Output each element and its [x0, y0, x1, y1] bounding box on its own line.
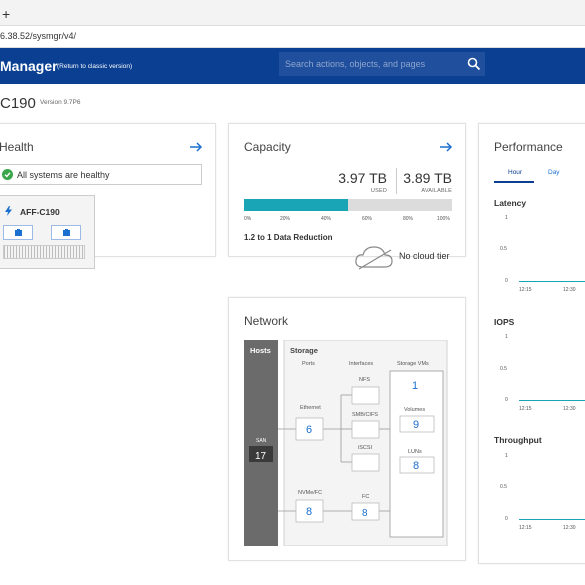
capacity-tick: 0% [244, 216, 252, 222]
search-icon[interactable] [467, 57, 481, 71]
port-icon [63, 229, 70, 236]
latency-title: Latency [494, 198, 527, 208]
drive-bays [3, 245, 85, 259]
node-port-a[interactable] [3, 225, 33, 240]
check-circle-icon [2, 169, 13, 180]
fc-label: FC [362, 494, 369, 500]
interfaces-header: Interfaces [349, 361, 373, 367]
luns-label: LUNs [408, 449, 422, 455]
capacity-title: Capacity [244, 140, 291, 154]
y-tick: 0 [505, 397, 508, 403]
y-tick: 1 [505, 215, 508, 221]
x-tick: 12:15 [519, 287, 532, 293]
app-title: Manager [0, 58, 58, 74]
storage-label: Storage [290, 346, 318, 355]
global-search[interactable] [279, 52, 485, 76]
y-tick: 0.5 [500, 366, 507, 372]
x-tick: 12:30 [563, 406, 576, 412]
latency-series-line [519, 281, 585, 282]
active-tab-indicator [494, 181, 534, 183]
nvme-fc-count[interactable]: 8 [306, 506, 312, 518]
capacity-used-label: USED [370, 188, 387, 194]
volumes-count[interactable]: 9 [413, 419, 419, 431]
node-port-b[interactable] [51, 225, 81, 240]
ethernet-label: Ethernet [300, 405, 321, 411]
data-reduction-text: 1.2 to 1 Data Reduction [244, 233, 333, 242]
capacity-available-label: AVAILABLE [421, 188, 452, 194]
y-tick: 0 [505, 278, 508, 284]
port-icon [15, 229, 22, 236]
new-tab-button[interactable]: + [2, 6, 10, 22]
iscsi-label: iSCSI [358, 445, 373, 451]
network-card: Network Hosts SAN 17 Storage Ports Inter… [228, 297, 466, 561]
address-url[interactable]: 6.38.52/sysmgr/v4/ [0, 31, 76, 41]
return-to-classic-link[interactable]: (Return to classic version) [57, 63, 132, 70]
nfs-label: NFS [359, 377, 370, 383]
capacity-tick: 100% [437, 216, 450, 222]
x-tick: 12:30 [563, 525, 576, 531]
iops-title: IOPS [494, 317, 515, 327]
cluster-name: C190 [0, 95, 36, 112]
san-label: SAN [256, 438, 267, 444]
capacity-tick: 40% [321, 216, 332, 222]
health-status-box[interactable]: All systems are healthy [0, 164, 202, 185]
node-name: AFF-C190 [20, 207, 60, 217]
tab-day[interactable]: Day [548, 169, 560, 176]
address-bar[interactable]: 6.38.52/sysmgr/v4/ [0, 26, 585, 48]
arrow-right-icon[interactable] [189, 142, 203, 152]
x-tick: 12:30 [563, 287, 576, 293]
nfs-box[interactable] [351, 386, 380, 405]
network-diagram: Hosts SAN 17 Storage Ports Interfaces St… [244, 340, 448, 546]
lightning-icon [5, 206, 12, 216]
svms-header: Storage VMs [397, 361, 429, 367]
y-tick: 0.5 [500, 484, 507, 490]
y-tick: 1 [505, 453, 508, 459]
x-tick: 12:15 [519, 406, 532, 412]
throughput-title: Throughput [494, 435, 542, 445]
luns-count[interactable]: 8 [413, 460, 419, 472]
arrow-right-icon[interactable] [439, 142, 453, 152]
health-status-text: All systems are healthy [17, 170, 110, 180]
throughput-series-line [519, 519, 585, 520]
iscsi-box[interactable] [351, 453, 380, 472]
x-tick: 12:15 [519, 525, 532, 531]
iops-series-line [519, 400, 585, 401]
capacity-tick: 60% [362, 216, 373, 222]
san-count[interactable]: 17 [255, 451, 267, 462]
y-tick: 0.5 [500, 246, 507, 252]
capacity-bar-fill [244, 199, 348, 211]
volumes-label: Volumes [404, 407, 425, 413]
network-title: Network [244, 314, 289, 328]
capacity-card: Capacity 3.97 TB USED 3.89 TB AVAILABLE … [228, 123, 466, 270]
tab-hour[interactable]: Hour [508, 169, 522, 176]
y-tick: 0 [505, 516, 508, 522]
hosts-label: Hosts [250, 346, 271, 355]
nvme-fc-label: NVMe/FC [298, 490, 322, 496]
cloud-tier-text: No cloud tier [399, 251, 450, 261]
smb-box[interactable] [351, 420, 380, 439]
capacity-tick: 80% [403, 216, 414, 222]
fc-count[interactable]: 8 [362, 508, 368, 519]
y-tick: 1 [505, 334, 508, 340]
smb-label: SMB/CIFS [352, 412, 378, 418]
health-title: Health [0, 140, 34, 154]
ports-header: Ports [302, 361, 315, 367]
cluster-version: Version 9.7P6 [40, 99, 81, 106]
search-input[interactable] [279, 52, 459, 76]
performance-card: Performance Hour Day Latency 1 0.5 0 12:… [478, 123, 585, 564]
capacity-bar [244, 199, 452, 211]
performance-title: Performance [494, 140, 563, 154]
svm-count[interactable]: 1 [412, 380, 418, 392]
cloud-off-icon [355, 246, 393, 270]
health-card: Health All systems are healthy AFF-C190 [0, 123, 216, 269]
app-header: Manager (Return to classic version) [0, 48, 585, 84]
node-tile[interactable]: AFF-C190 [0, 195, 95, 269]
browser-tab-bar: + [0, 0, 585, 26]
capacity-used-value: 3.97 TB [338, 170, 387, 186]
capacity-tick: 20% [280, 216, 291, 222]
ethernet-count[interactable]: 6 [306, 424, 312, 436]
capacity-available-value: 3.89 TB [403, 170, 452, 186]
